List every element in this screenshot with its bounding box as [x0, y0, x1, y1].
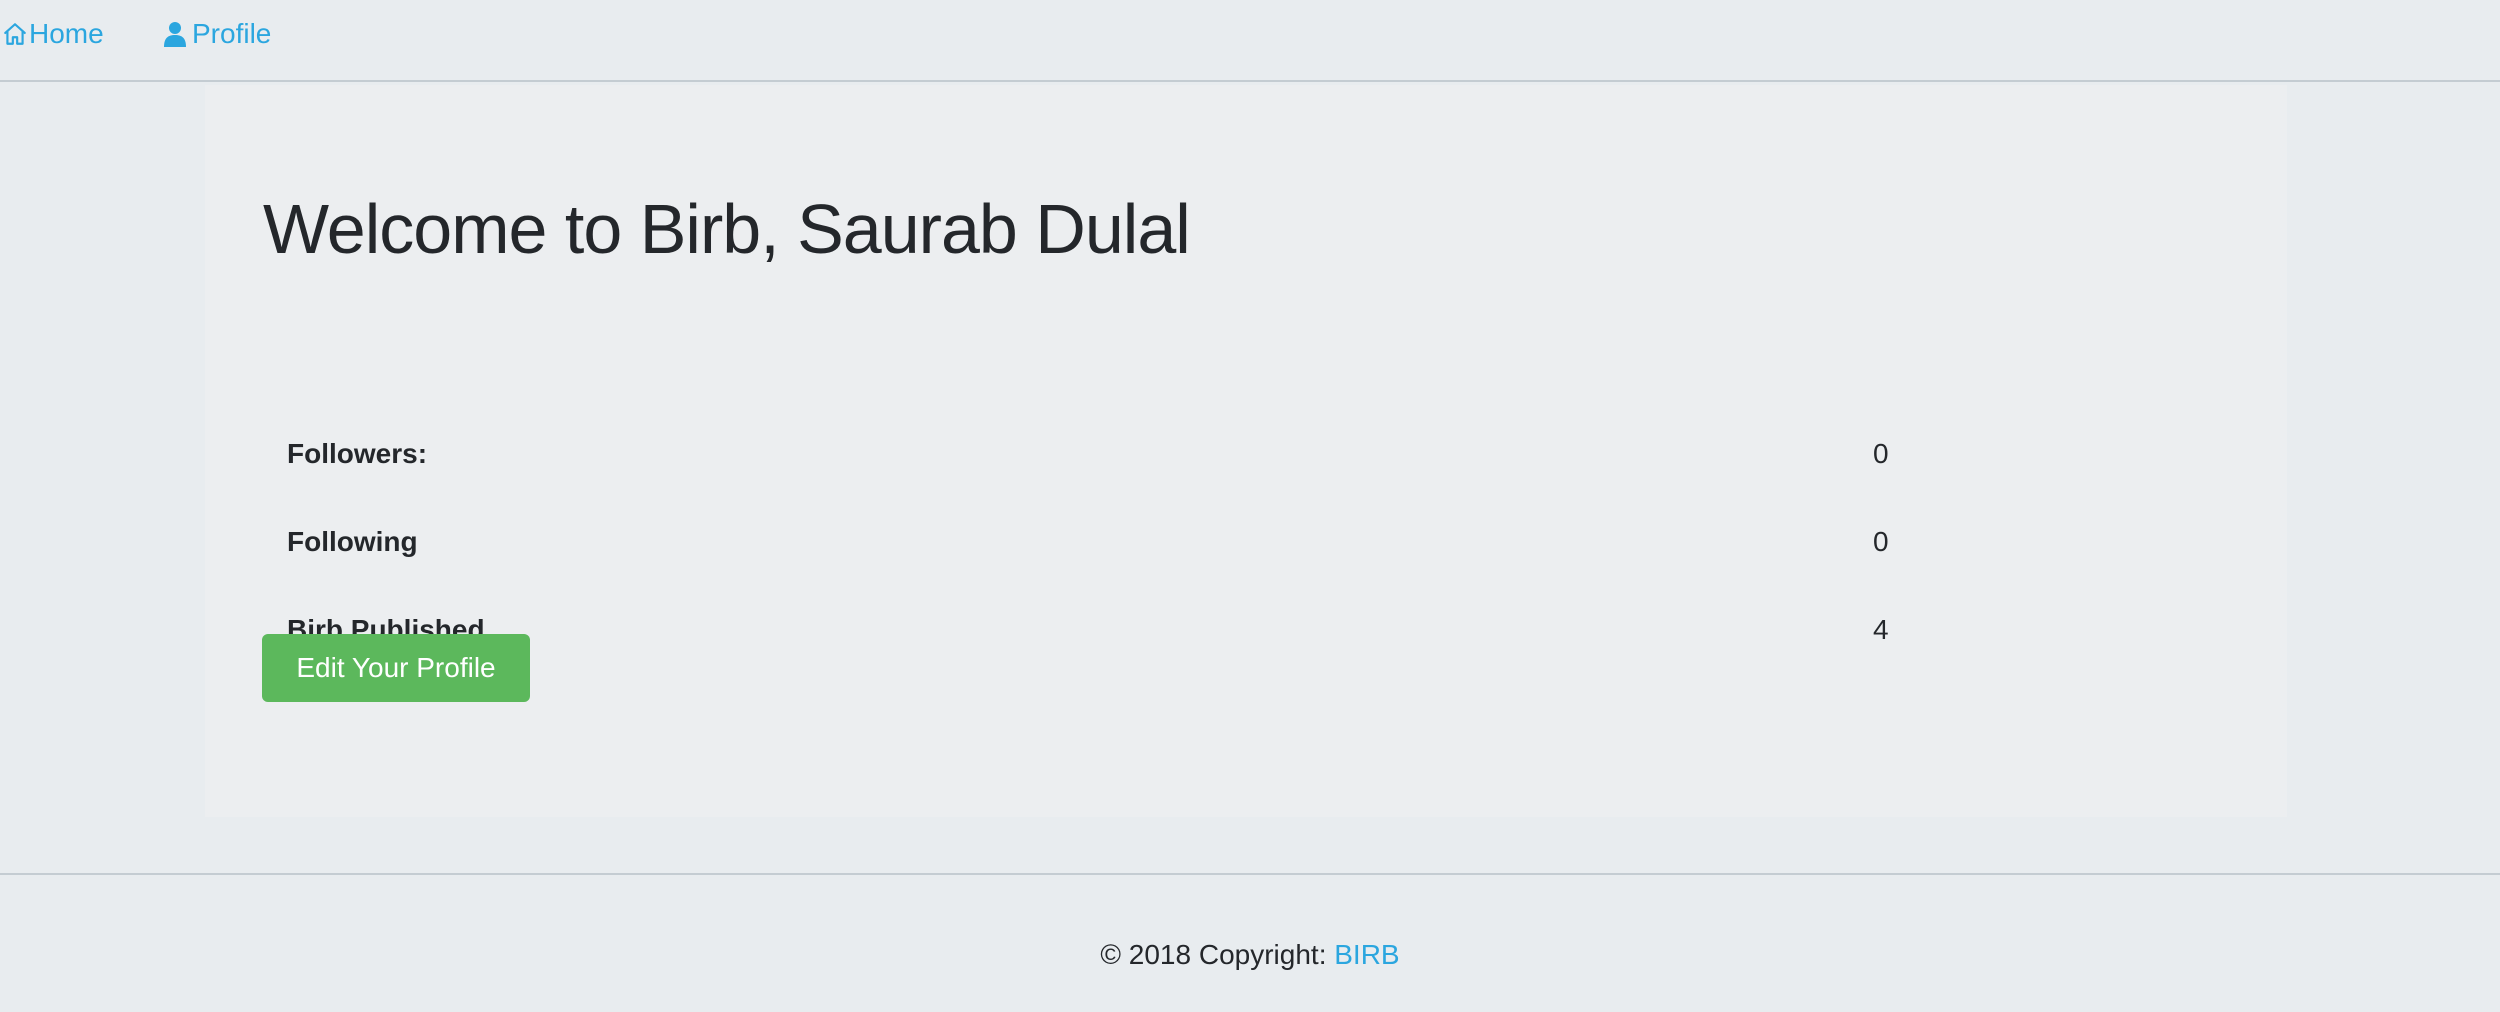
stats-row-following: Following 0 — [263, 498, 1953, 586]
stat-label: Following — [287, 526, 418, 557]
nav-profile-label: Profile — [192, 18, 272, 49]
user-icon — [164, 21, 192, 47]
edit-profile-button[interactable]: Edit Your Profile — [262, 634, 530, 702]
stat-value: 0 — [1873, 438, 1889, 469]
welcome-heading: Welcome to Birb, Saurab Dulal — [263, 190, 1191, 268]
home-icon — [2, 21, 29, 47]
copyright-text: © 2018 Copyright: BIRB — [0, 939, 2500, 971]
nav-home-label: Home — [29, 18, 104, 49]
footer-brand-link[interactable]: BIRB — [1334, 939, 1399, 970]
stat-label: Followers: — [287, 438, 428, 469]
nav-link-profile[interactable]: Profile — [164, 14, 271, 54]
stats-row-followers: Followers: 0 — [263, 410, 1953, 498]
welcome-jumbotron: Welcome to Birb, Saurab Dulal Followers:… — [205, 85, 2287, 817]
top-navbar: Home Profile — [0, 0, 2500, 82]
copyright-prefix: © 2018 Copyright: — [1100, 939, 1335, 970]
page-footer: © 2018 Copyright: BIRB — [0, 873, 2500, 1012]
nav-link-home[interactable]: Home — [2, 14, 104, 54]
stat-value: 0 — [1873, 526, 1889, 557]
stat-value: 4 — [1873, 614, 1889, 645]
